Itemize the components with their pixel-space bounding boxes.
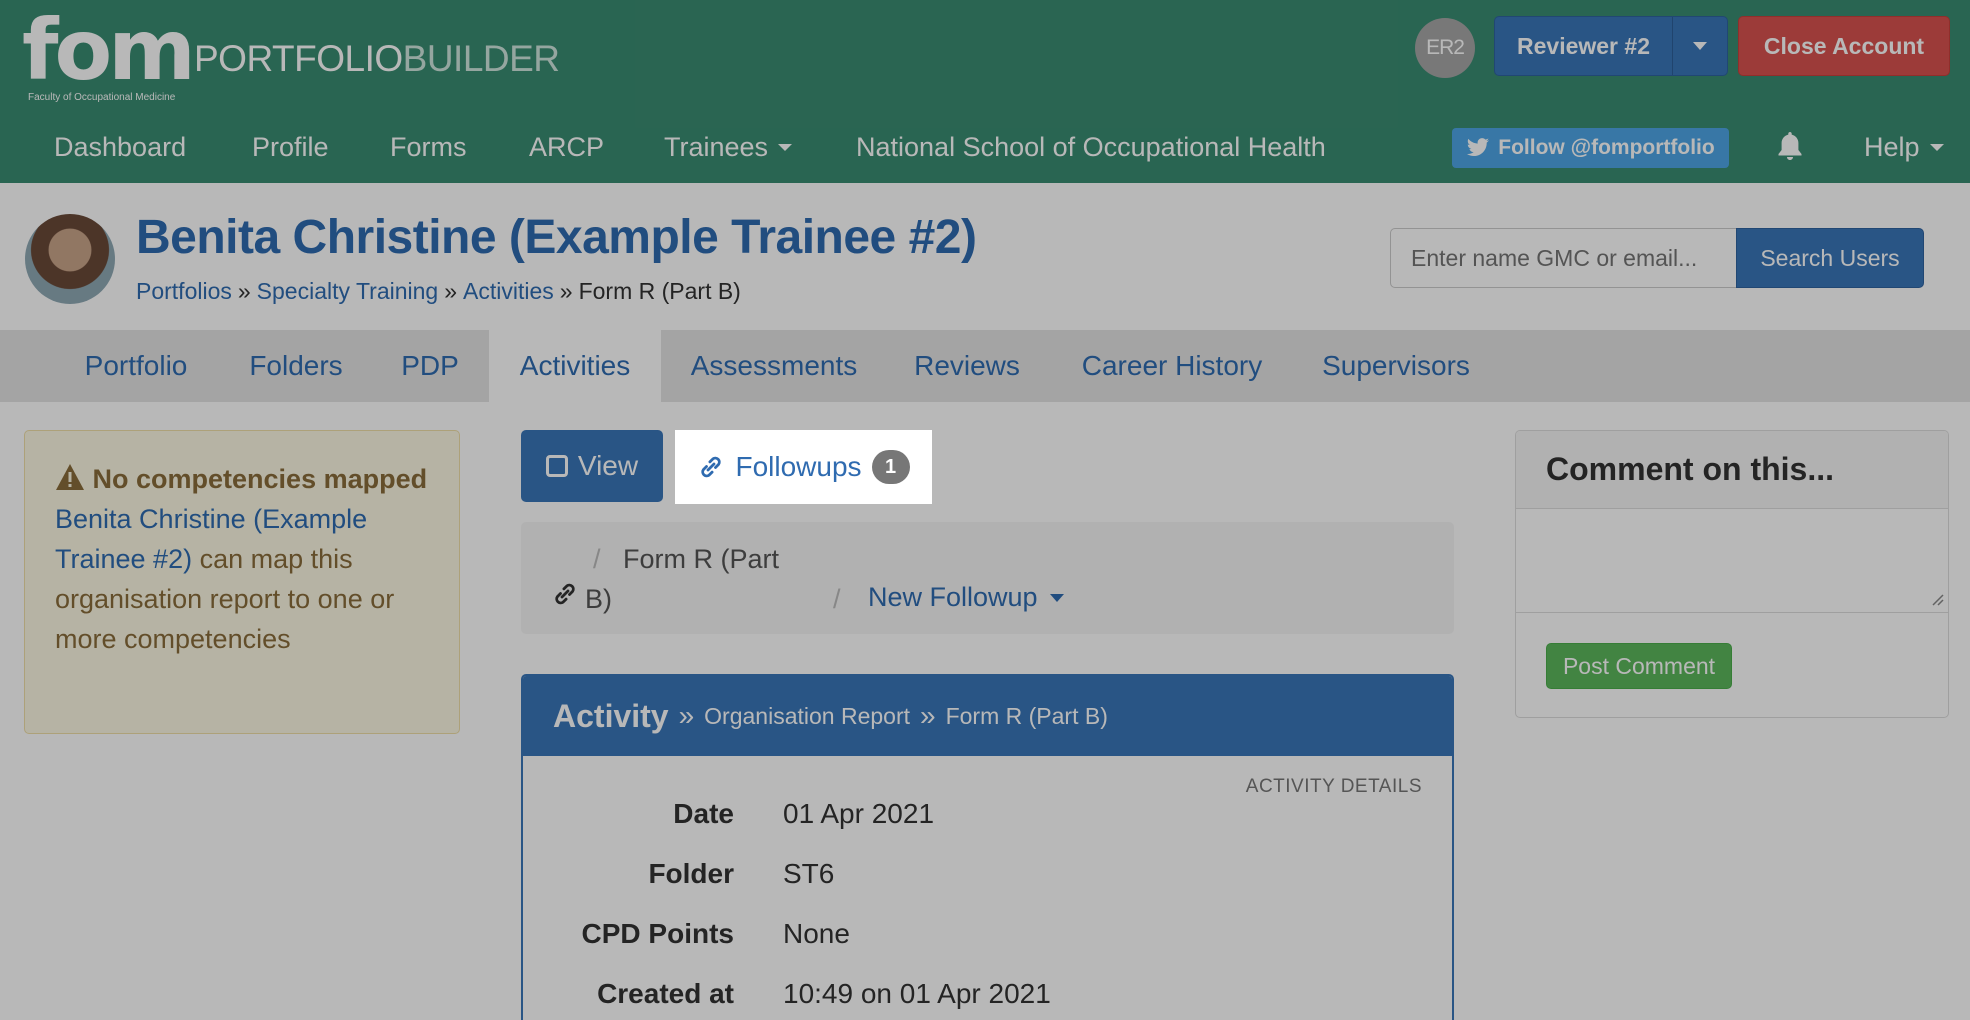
chevron-down-icon — [1693, 42, 1707, 50]
followups-count-badge: 1 — [871, 450, 910, 484]
tab-career-history[interactable]: Career History — [1062, 330, 1282, 402]
detail-value: ST6 — [783, 858, 835, 889]
close-account-button[interactable]: Close Account — [1738, 16, 1950, 76]
alert-heading: No competencies mapped — [92, 464, 428, 494]
tab-reviews[interactable]: Reviews — [892, 330, 1042, 402]
warning-icon — [56, 464, 84, 490]
competencies-alert: No competencies mapped Benita Christine … — [24, 430, 460, 734]
trainee-avatar — [25, 214, 115, 304]
tab-pdp[interactable]: PDP — [378, 330, 482, 402]
view-label: View — [577, 450, 639, 481]
nav-profile[interactable]: Profile — [252, 132, 329, 163]
chevron-down-icon — [778, 144, 793, 151]
nav-trainees[interactable]: Trainees — [664, 132, 793, 163]
nav-label: Dashboard — [54, 132, 187, 162]
followups-label: Followups — [735, 451, 862, 482]
fom-logo[interactable]: fom Faculty of Occupational Medicine — [22, 1, 196, 103]
nav-label: ARCP — [529, 132, 605, 162]
comment-panel: Comment on this... Post Comment — [1515, 430, 1949, 718]
tab-folders[interactable]: Folders — [224, 330, 368, 402]
breadcrumb-sep: » — [237, 278, 251, 304]
view-tab-button[interactable]: View — [521, 430, 663, 502]
nav-label: Profile — [252, 132, 329, 162]
notifications-bell-icon[interactable] — [1776, 130, 1804, 162]
new-followup-label: New Followup — [868, 582, 1038, 612]
nav-help[interactable]: Help — [1864, 132, 1944, 163]
tab-portfolio[interactable]: Portfolio — [58, 330, 214, 402]
page-title: Benita Christine (Example Trainee #2) — [136, 211, 977, 264]
detail-value: 01 Apr 2021 — [783, 798, 935, 829]
panel-sep: » — [920, 700, 936, 731]
twitter-icon — [1467, 138, 1490, 156]
nav-label: Forms — [390, 132, 467, 162]
resize-grip-icon[interactable] — [1930, 592, 1944, 606]
nav-arcp[interactable]: ARCP — [529, 132, 604, 163]
comment-heading: Comment on this... — [1516, 431, 1948, 509]
nav-forms[interactable]: Forms — [390, 132, 467, 163]
tab-supervisors[interactable]: Supervisors — [1308, 330, 1484, 402]
app-title-part2: BUILDER — [402, 38, 560, 79]
activity-name: Form R (Part B) — [945, 702, 1108, 729]
search-users-button[interactable]: Search Users — [1736, 228, 1924, 288]
twitter-follow-button[interactable]: Follow @fomportfolio — [1452, 128, 1729, 168]
detail-label: Created at — [597, 978, 734, 1009]
logo-subtitle: Faculty of Occupational Medicine — [28, 92, 176, 103]
app-title[interactable]: PORTFOLIOBUILDER — [194, 38, 560, 80]
nav-label: Trainees — [664, 132, 769, 162]
breadcrumb-current: Form R (Part B) — [578, 278, 741, 304]
comment-textarea[interactable] — [1516, 509, 1948, 613]
tab-activities[interactable]: Activities — [489, 330, 661, 402]
followups-tab[interactable]: Followups 1 — [675, 430, 932, 504]
activity-panel: Activity » Organisation Report » Form R … — [521, 674, 1454, 1020]
link-icon — [701, 456, 722, 478]
reviewer-caret[interactable] — [1673, 17, 1727, 75]
chevron-down-icon — [1929, 144, 1944, 151]
activity-panel-header: Activity » Organisation Report » Form R … — [523, 676, 1452, 756]
breadcrumb-sep: » — [559, 278, 573, 304]
followup-breadcrumb: / Form R (Part B) / New Followup — [521, 522, 1454, 634]
user-avatar[interactable]: ER2 — [1415, 18, 1475, 78]
chevron-down-icon — [1049, 593, 1064, 602]
nav-national-school[interactable]: National School of Occupational Health — [856, 132, 1326, 163]
activity-type: Organisation Report — [704, 702, 911, 729]
detail-value: None — [783, 918, 850, 949]
activity-details-label: ACTIVITY DETAILS — [1245, 776, 1422, 797]
breadcrumb: Portfolios» Specialty Training» Activities… — [136, 278, 741, 305]
detail-label: Date — [673, 798, 734, 829]
user-search-input[interactable] — [1390, 228, 1738, 288]
detail-label: Folder — [648, 858, 734, 889]
activity-heading: Activity — [553, 697, 669, 734]
tab-assessments[interactable]: Assessments — [668, 330, 880, 402]
nav-label: National School of Occupational Health — [856, 132, 1326, 162]
reviewer-label: Reviewer #2 — [1495, 17, 1673, 75]
breadcrumb-sep: » — [444, 278, 458, 304]
crumb-form-part2: B) — [585, 584, 612, 614]
logo-mark: fom — [22, 1, 196, 99]
link-icon — [551, 580, 579, 615]
breadcrumb-specialty-training[interactable]: Specialty Training — [257, 278, 439, 304]
app-title-part1: PORTFOLIO — [194, 38, 403, 79]
crumb-sep: / — [593, 544, 601, 574]
breadcrumb-portfolios[interactable]: Portfolios — [136, 278, 232, 304]
breadcrumb-activities[interactable]: Activities — [463, 278, 554, 304]
twitter-label: Follow @fomportfolio — [1498, 136, 1715, 159]
crumb-sep: / — [833, 584, 841, 614]
nav-label: Help — [1864, 132, 1920, 162]
panel-sep: » — [678, 700, 695, 731]
nav-dashboard[interactable]: Dashboard — [54, 132, 186, 163]
post-comment-button[interactable]: Post Comment — [1546, 643, 1732, 689]
new-followup-dropdown[interactable]: New Followup — [868, 582, 1064, 613]
detail-label: CPD Points — [581, 918, 734, 949]
crumb-form-part1: Form R (Part — [623, 544, 780, 574]
detail-value: 10:49 on 01 Apr 2021 — [783, 978, 1051, 1009]
reviewer-dropdown-button[interactable]: Reviewer #2 — [1494, 16, 1728, 76]
square-icon — [545, 455, 568, 477]
